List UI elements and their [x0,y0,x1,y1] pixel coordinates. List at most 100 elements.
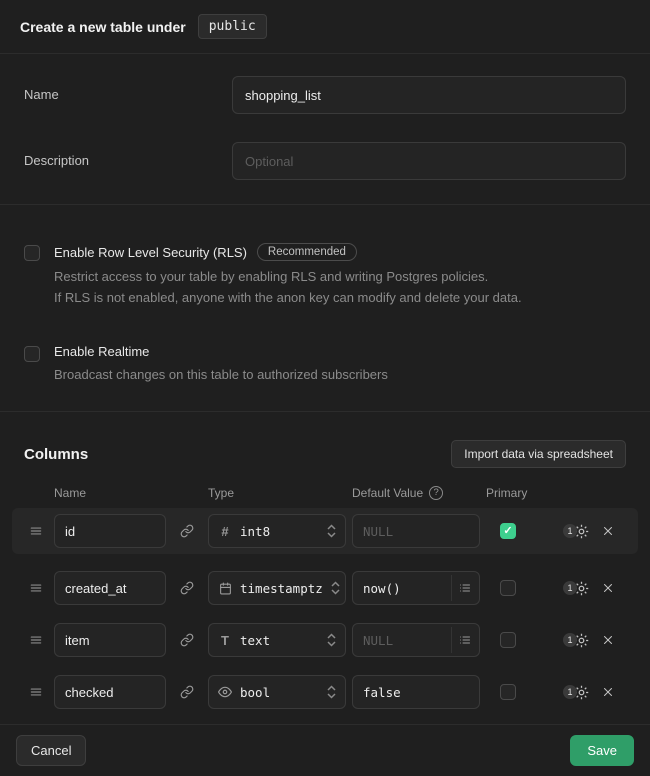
column-settings-button[interactable]: 1 [544,684,590,701]
columns-header: Columns Import data via spreadsheet [24,440,626,468]
column-type-select[interactable]: T text [208,623,346,657]
create-table-dialog: Create a new table under public Name Des… [0,0,650,761]
primary-cell [486,580,538,596]
columns-table-header: Name Type Default Value ? Primary [24,486,626,500]
close-icon [602,582,614,594]
primary-checkbox[interactable] [500,684,516,700]
column-name-input[interactable] [54,675,166,709]
header-type: Type [208,486,346,500]
save-button[interactable]: Save [570,735,634,766]
column-name-input[interactable] [54,514,166,548]
remove-column-button[interactable] [596,625,620,655]
name-row: Name [24,76,626,114]
primary-checkbox[interactable] [500,523,516,539]
column-row-created-at: timestamptz 1 [12,566,638,610]
column-settings-button[interactable]: 1 [544,632,590,649]
settings-count-badge: 1 [563,581,577,595]
column-type-label: int8 [240,524,270,539]
recommended-badge: Recommended [257,243,357,261]
table-name-input[interactable] [232,76,626,114]
cancel-button[interactable]: Cancel [16,735,86,766]
column-name-input[interactable] [54,623,166,657]
default-value-cell [352,623,480,657]
realtime-description: Broadcast changes on this table to autho… [54,364,388,385]
header-default-value-label: Default Value [352,486,423,500]
column-type-select[interactable]: timestamptz [208,571,346,605]
drag-handle-icon[interactable] [24,685,48,699]
select-chevrons-icon [331,581,340,595]
column-type-select[interactable]: bool [208,675,346,709]
drag-handle-icon[interactable] [24,581,48,595]
select-chevrons-icon [327,633,336,647]
description-label: Description [24,142,232,168]
header-primary: Primary [486,486,538,500]
column-rows-group: timestamptz 1 [24,566,626,714]
settings-count-badge: 1 [563,633,577,647]
dialog-header: Create a new table under public [0,0,650,54]
foreign-key-link-icon[interactable] [172,675,202,709]
drag-handle-icon[interactable] [24,524,48,538]
foreign-key-link-icon[interactable] [172,514,202,548]
realtime-label: Enable Realtime [54,344,149,359]
primary-cell [486,684,538,700]
rls-description-line1: Restrict access to your table by enablin… [54,266,522,287]
description-row: Description [24,142,626,180]
settings-count-badge: 1 [563,524,577,538]
realtime-checkbox[interactable] [24,346,40,362]
rls-description-line2: If RLS is not enabled, anyone with the a… [54,287,522,308]
close-icon [602,686,614,698]
remove-column-button[interactable] [596,516,620,546]
import-spreadsheet-button[interactable]: Import data via spreadsheet [451,440,626,468]
header-name: Name [54,486,166,500]
column-type-label: bool [240,685,270,700]
default-value-input[interactable] [352,675,480,709]
realtime-block: Enable Realtime Broadcast changes on thi… [24,344,626,385]
close-icon [602,525,614,537]
foreign-key-link-icon[interactable] [172,571,202,605]
column-name-input[interactable] [54,571,166,605]
rls-checkbox[interactable] [24,245,40,261]
column-type-label: text [240,633,270,648]
dialog-footer: Cancel Save [0,724,650,776]
header-default-value: Default Value ? [352,486,480,500]
column-settings-button[interactable]: 1 [544,580,590,597]
column-type-select[interactable]: # int8 [208,514,346,548]
settings-count-badge: 1 [563,685,577,699]
primary-cell [486,632,538,648]
remove-column-button[interactable] [596,677,620,707]
primary-cell [486,523,538,539]
column-row-checked: bool 1 [12,670,638,714]
select-chevrons-icon [327,524,336,538]
hash-icon: # [218,524,232,539]
drag-handle-icon[interactable] [24,633,48,647]
foreign-key-link-icon[interactable] [172,623,202,657]
table-options-section: Enable Row Level Security (RLS) Recommen… [0,205,650,412]
table-details-section: Name Description [0,54,650,205]
remove-column-button[interactable] [596,573,620,603]
realtime-texts: Enable Realtime Broadcast changes on thi… [54,344,388,385]
calendar-icon [218,582,232,595]
table-description-input[interactable] [232,142,626,180]
default-value-cell [352,514,480,548]
column-type-label: timestamptz [240,581,323,596]
default-value-menu-icon[interactable] [451,575,477,601]
columns-title: Columns [24,446,88,463]
eye-icon [218,685,232,699]
default-value-cell [352,675,480,709]
name-label: Name [24,76,232,102]
column-row-id: # int8 1 [12,508,638,554]
default-value-input [352,514,480,548]
help-icon[interactable]: ? [429,486,443,500]
column-settings-button[interactable]: 1 [544,523,590,540]
default-value-menu-icon[interactable] [451,627,477,653]
dialog-title: Create a new table under [20,19,186,35]
default-value-cell [352,571,480,605]
schema-badge: public [198,14,267,39]
close-icon [602,634,614,646]
rls-block: Enable Row Level Security (RLS) Recommen… [24,243,626,308]
columns-section: Columns Import data via spreadsheet Name… [0,412,650,724]
primary-checkbox[interactable] [500,580,516,596]
primary-checkbox[interactable] [500,632,516,648]
select-chevrons-icon [327,685,336,699]
rls-label: Enable Row Level Security (RLS) [54,245,247,260]
